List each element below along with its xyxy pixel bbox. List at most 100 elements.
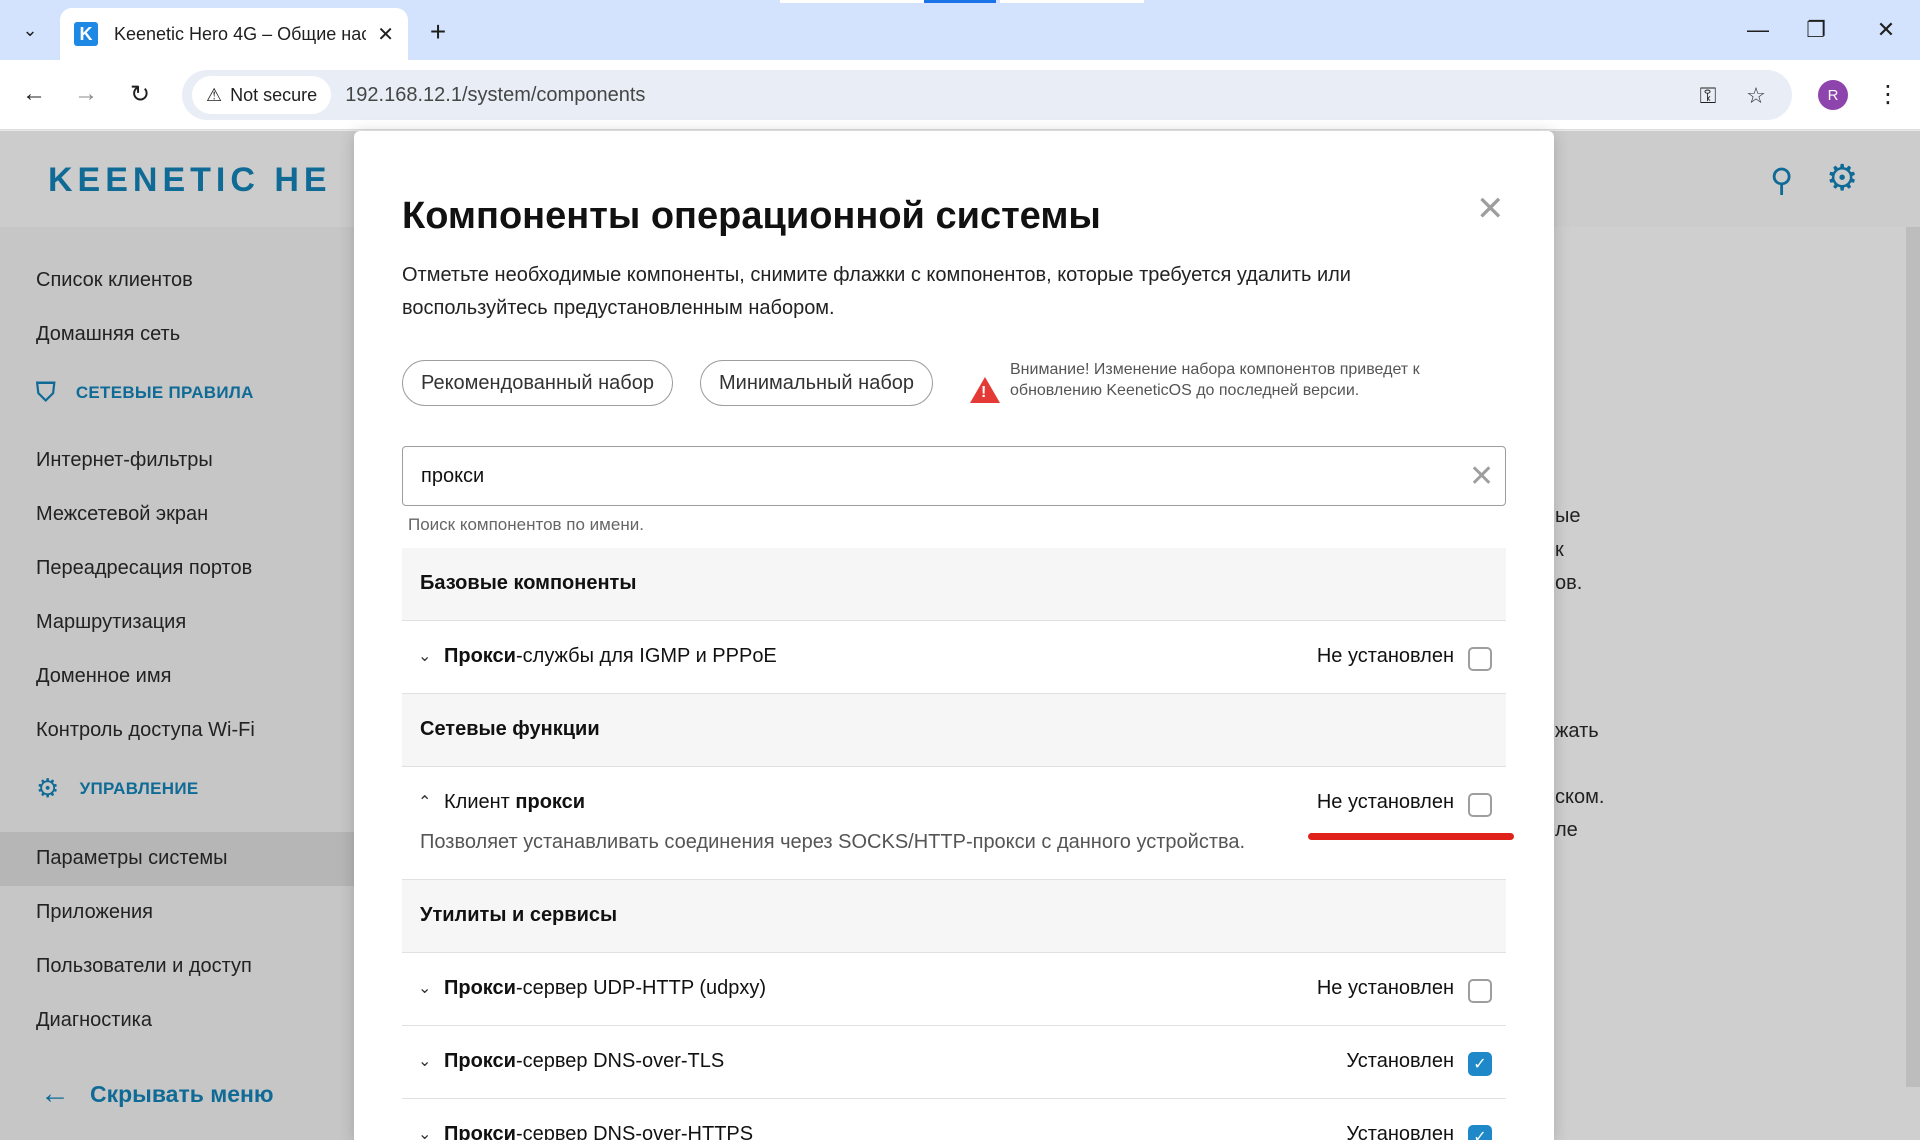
sidebar-section-management[interactable]: ⚙ УПРАВЛЕНИЕ <box>36 773 198 804</box>
component-description: Позволяет устанавливать соединения через… <box>420 831 1246 853</box>
sidebar-item-home-network[interactable]: Домашняя сеть <box>36 323 180 346</box>
tab-search-dropdown[interactable]: ⌄ <box>12 12 48 48</box>
content-fragment: жать <box>1555 720 1599 742</box>
sidebar: Список клиентов Домашняя сеть ⛉ СЕТЕВЫЕ … <box>0 227 356 1140</box>
browser-tab[interactable]: K Keenetic Hero 4G – Общие нас ✕ <box>60 8 408 60</box>
gear-icon[interactable]: ⚙ <box>1826 157 1858 199</box>
component-name: Клиент прокси <box>444 791 586 813</box>
reload-icon[interactable]: ↻ <box>120 74 160 114</box>
component-checkbox[interactable] <box>1468 979 1492 1003</box>
tab-strip-indicator-active <box>924 0 996 3</box>
omnibox[interactable]: ⚠ Not secure 192.168.12.1/system/compone… <box>182 70 1792 120</box>
back-icon[interactable]: ← <box>14 74 54 114</box>
component-checkbox-checked[interactable]: ✓ <box>1468 1125 1492 1140</box>
component-checkbox[interactable] <box>1468 647 1492 671</box>
chevron-down-icon[interactable]: ⌄ <box>418 978 431 998</box>
component-name: Прокси-службы для IGMP и PPPoE <box>444 645 777 667</box>
update-warning: Внимание! Изменение набора компонентов п… <box>1010 361 1420 399</box>
group-utilities-services: Утилиты и сервисы <box>402 880 1506 953</box>
star-icon[interactable]: ☆ <box>1738 78 1774 114</box>
sidebar-item-clients[interactable]: Список клиентов <box>36 269 193 292</box>
component-search-field[interactable]: ✕ <box>402 446 1506 506</box>
content-fragment: ые <box>1555 505 1581 527</box>
modal-title: Компоненты операционной системы <box>402 195 1101 237</box>
browser-tab-bar: ⌄ K Keenetic Hero 4G – Общие нас ✕ + — ❐… <box>0 0 1920 60</box>
component-status: Не установлен <box>1316 791 1454 813</box>
sidebar-item-port-forwarding[interactable]: Переадресация портов <box>36 557 252 580</box>
component-checkbox-checked[interactable]: ✓ <box>1468 1052 1492 1076</box>
not-secure-label: Not secure <box>230 84 318 105</box>
tab-strip-indicator <box>780 0 940 3</box>
key-icon[interactable]: ⚿ <box>1690 78 1726 114</box>
sidebar-item-diagnostics[interactable]: Диагностика <box>36 1009 152 1032</box>
chevron-down-icon[interactable]: ⌄ <box>418 646 431 666</box>
forward-icon[interactable]: → <box>66 74 106 114</box>
browser-toolbar: ← → ↻ ⚠ Not secure 192.168.12.1/system/c… <box>0 60 1920 130</box>
component-name: Прокси-сервер DNS-over-TLS <box>444 1050 725 1072</box>
keenetic-favicon-icon: K <box>74 22 98 46</box>
section-label: УПРАВЛЕНИЕ <box>79 778 199 798</box>
gear-icon: ⚙ <box>36 773 60 803</box>
component-status: Установлен <box>1346 1050 1454 1072</box>
group-basic-components: Базовые компоненты <box>402 548 1506 621</box>
component-row-dns-over-https[interactable]: ⌄ Прокси-сервер DNS-over-HTTPS Установле… <box>402 1099 1506 1140</box>
component-row-dns-over-tls[interactable]: ⌄ Прокси-сервер DNS-over-TLS Установлен … <box>402 1026 1506 1099</box>
group-title: Утилиты и сервисы <box>420 904 618 926</box>
group-network-functions: Сетевые функции <box>402 694 1506 767</box>
tab-title: Keenetic Hero 4G – Общие нас <box>114 23 366 44</box>
restore-icon[interactable]: ❐ <box>1798 12 1834 48</box>
clear-search-icon[interactable]: ✕ <box>1469 459 1494 494</box>
warning-icon: ⚠ <box>206 84 223 105</box>
component-checkbox[interactable] <box>1468 793 1492 817</box>
sidebar-item-internet-filters[interactable]: Интернет-фильтры <box>36 449 213 472</box>
group-title: Базовые компоненты <box>420 572 637 594</box>
profile-avatar[interactable]: R <box>1818 80 1848 110</box>
sidebar-item-routing[interactable]: Маршрутизация <box>36 611 186 634</box>
sidebar-item-users[interactable]: Пользователи и доступ <box>36 955 252 978</box>
content-fragment: ов. <box>1555 572 1583 594</box>
component-row-udpxy[interactable]: ⌄ Прокси-сервер UDP-HTTP (udpxy) Не уста… <box>402 953 1506 1026</box>
sidebar-item-firewall[interactable]: Межсетевой экран <box>36 503 208 526</box>
component-status: Не установлен <box>1316 977 1454 999</box>
search-icon[interactable]: ⚲ <box>1770 161 1793 199</box>
search-input[interactable] <box>421 447 1421 505</box>
tab-strip-indicator <box>1000 0 1144 3</box>
chevron-down-icon[interactable]: ⌄ <box>418 1051 431 1071</box>
not-secure-chip[interactable]: ⚠ Not secure <box>192 76 332 114</box>
tab-close-icon[interactable]: ✕ <box>377 22 394 47</box>
component-status: Не установлен <box>1316 645 1454 667</box>
url-text[interactable]: 192.168.12.1/system/components <box>345 84 645 107</box>
chevron-down-icon: ⌄ <box>22 19 38 40</box>
hide-menu-label: Скрывать меню <box>90 1080 274 1107</box>
sidebar-item-wifi-access[interactable]: Контроль доступа Wi-Fi <box>36 719 255 742</box>
page-scrollbar[interactable] <box>1906 227 1920 1087</box>
chevron-down-icon[interactable]: ⌄ <box>418 1124 431 1140</box>
plus-icon: + <box>429 16 447 47</box>
new-tab-button[interactable]: + <box>420 14 456 50</box>
modal-description: Отметьте необходимые компоненты, снимите… <box>402 264 1351 319</box>
component-row-igmp-proxy[interactable]: ⌄ Прокси-службы для IGMP и PPPoE Не уста… <box>402 621 1506 694</box>
component-name: Прокси-сервер DNS-over-HTTPS <box>444 1123 754 1140</box>
sidebar-item-domain-name[interactable]: Доменное имя <box>36 665 171 688</box>
content-fragment: ском. <box>1555 786 1605 808</box>
search-hint: Поиск компонентов по имени. <box>408 515 644 534</box>
content-fragment: к <box>1555 539 1564 561</box>
component-row-proxy-client[interactable]: ⌃ Клиент прокси Не установлен Позволяет … <box>402 767 1506 880</box>
sidebar-section-network-rules[interactable]: ⛉ СЕТЕВЫЕ ПРАВИЛА <box>36 377 254 409</box>
kebab-icon[interactable]: ⋮ <box>1870 76 1906 112</box>
window-close-icon[interactable]: ✕ <box>1868 12 1904 48</box>
minimize-icon[interactable]: — <box>1740 12 1776 48</box>
recommended-set-button[interactable]: Рекомендованный набор <box>402 360 673 406</box>
component-status: Установлен <box>1346 1123 1454 1140</box>
keenetic-logo: KEENETIC HE <box>48 161 332 199</box>
shield-icon: ⛉ <box>36 377 56 407</box>
group-title: Сетевые функции <box>420 718 600 740</box>
hide-menu-button[interactable]: ← Скрывать меню <box>40 1077 274 1111</box>
chevron-up-icon[interactable]: ⌃ <box>418 792 431 812</box>
red-highlight-underline <box>1308 833 1514 840</box>
minimal-set-button[interactable]: Минимальный набор <box>700 360 934 406</box>
warning-triangle-icon: ! <box>970 377 1000 403</box>
modal-close-icon[interactable]: ✕ <box>1476 189 1505 229</box>
sidebar-item-applications[interactable]: Приложения <box>36 901 153 924</box>
sidebar-item-system-settings[interactable]: Параметры системы <box>36 847 228 870</box>
